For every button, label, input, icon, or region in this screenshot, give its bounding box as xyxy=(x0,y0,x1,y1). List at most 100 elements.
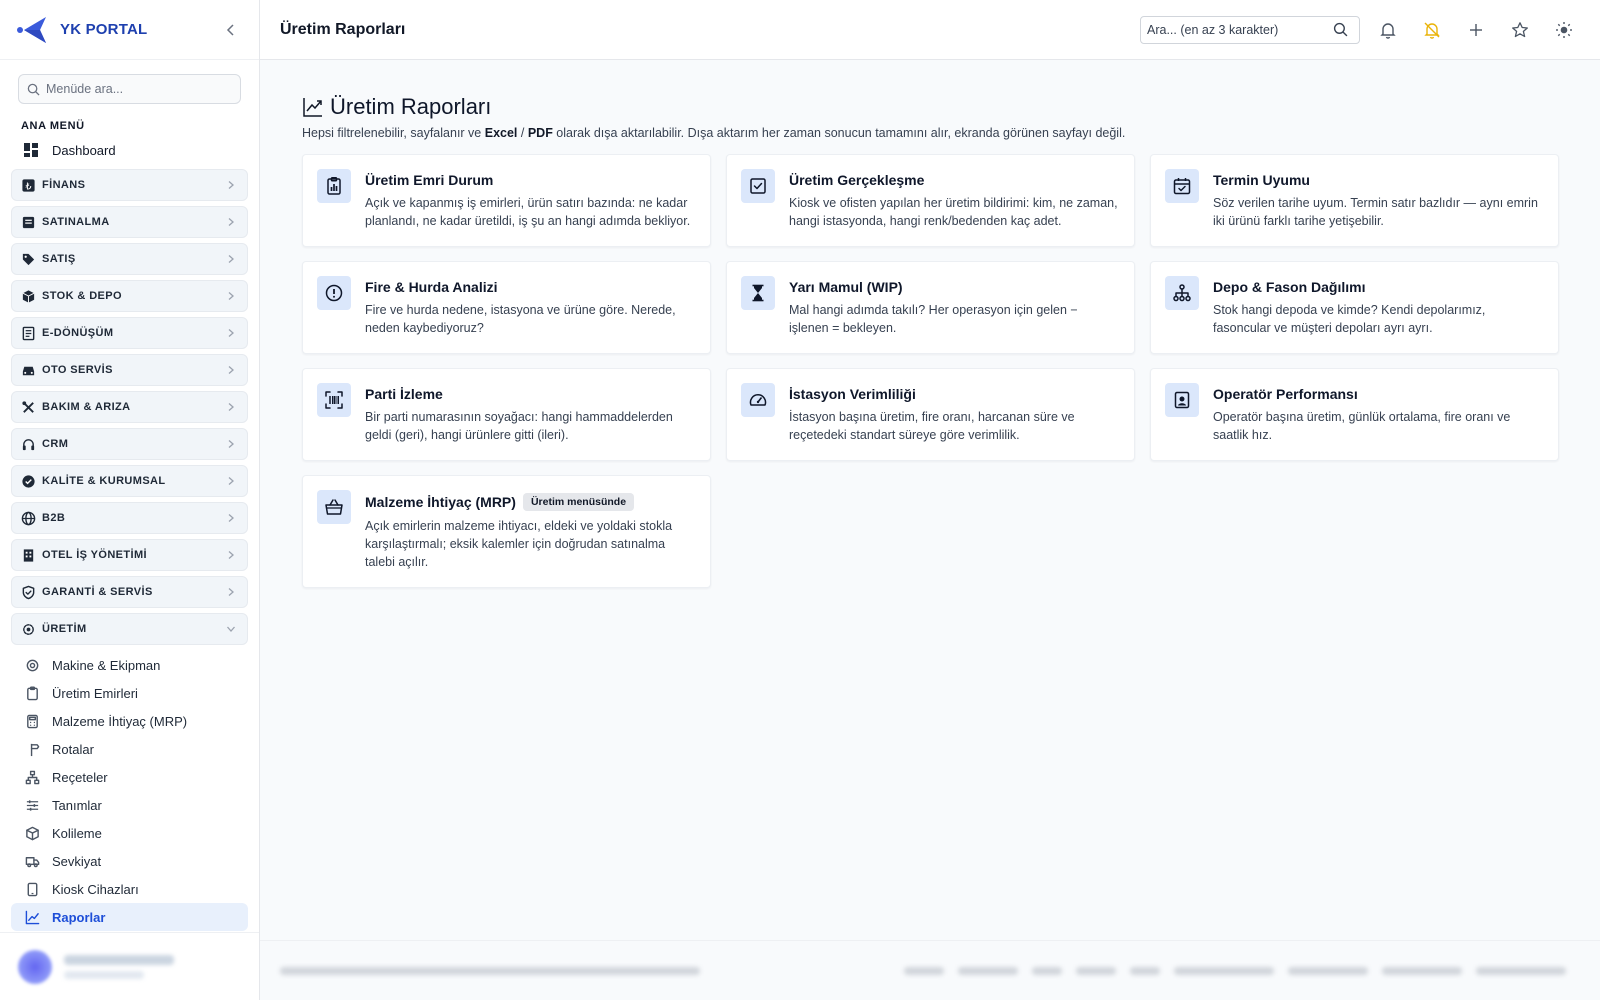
sidebar-group-2[interactable]: SATIŞ xyxy=(11,243,248,275)
alarm-off-button[interactable] xyxy=(1416,14,1448,46)
chart-line-icon xyxy=(303,98,322,117)
report-card[interactable]: Malzeme İhtiyaç (MRP) Üretim menüsünde A… xyxy=(302,475,711,588)
sidebar-item-uretim-9[interactable]: Raporlar xyxy=(11,903,248,931)
report-card[interactable]: Operatör Performansı Operatör başına üre… xyxy=(1150,368,1559,461)
sidebar-group-label: E-DÖNÜŞÜM xyxy=(42,327,114,339)
building-icon xyxy=(20,547,36,563)
sidebar-group-7[interactable]: CRM xyxy=(11,428,248,460)
sidebar-group-0[interactable]: ₺ FİNANS xyxy=(11,169,248,201)
sidebar-item-uretim-1[interactable]: Üretim Emirleri xyxy=(0,679,259,707)
report-card-title: Yarı Mamul (WIP) xyxy=(789,279,903,295)
sidebar-group-5[interactable]: OTO SERVİS xyxy=(11,354,248,386)
brand-logo-icon[interactable] xyxy=(16,13,50,47)
barcode-scan-icon xyxy=(317,383,351,417)
report-card-description: Operatör başına üretim, günlük ortalama,… xyxy=(1213,410,1511,442)
chevron-right-icon xyxy=(225,364,237,376)
bell-off-icon xyxy=(1424,22,1440,39)
signpost-icon xyxy=(24,741,40,757)
report-card-description: Fire ve hurda nedene, istasyona ve ürüne… xyxy=(365,303,676,335)
sidebar-group-6[interactable]: BAKIM & ARIZA xyxy=(11,391,248,423)
notifications-button[interactable] xyxy=(1372,14,1404,46)
report-card[interactable]: Termin Uyumu Söz verilen tarihe uyum. Te… xyxy=(1150,154,1559,247)
footer-redacted xyxy=(260,940,1600,1000)
sidebar-group-12[interactable]: ÜRETİM xyxy=(11,613,248,645)
report-card[interactable]: Üretim Gerçekleşme Kiosk ve ofisten yapı… xyxy=(726,154,1135,247)
sidebar-group-9[interactable]: B2B xyxy=(11,502,248,534)
sidebar-group-label: SATIŞ xyxy=(42,253,76,265)
chevron-down-icon xyxy=(225,623,237,635)
favorites-button[interactable] xyxy=(1504,14,1536,46)
sidebar-group-label: SATINALMA xyxy=(42,216,110,228)
sidebar-item-label: Sevkiyat xyxy=(52,853,102,869)
global-search-input[interactable] xyxy=(1147,22,1333,37)
alert-octagon-icon xyxy=(317,276,351,310)
report-card[interactable]: Parti İzleme Bir parti numarasının soyağ… xyxy=(302,368,711,461)
sidebar-item-dashboard[interactable]: Dashboard xyxy=(0,136,259,164)
truck-icon xyxy=(24,853,40,869)
sidebar-item-uretim-2[interactable]: Malzeme İhtiyaç (MRP) xyxy=(0,707,259,735)
check-square-icon xyxy=(741,169,775,203)
report-card[interactable]: Üretim Emri Durum Açık ve kapanmış iş em… xyxy=(302,154,711,247)
search-icon[interactable] xyxy=(1333,22,1348,37)
sidebar-item-uretim-3[interactable]: Rotalar xyxy=(0,735,259,763)
sidebar-item-uretim-0[interactable]: Makine & Ekipman xyxy=(0,651,259,679)
badge-user-icon xyxy=(1165,383,1199,417)
report-card[interactable]: Yarı Mamul (WIP) Mal hangi adımda takılı… xyxy=(726,261,1135,354)
desc-pdf: PDF xyxy=(527,126,553,140)
report-card-title-row: Fire & Hurda Analizi xyxy=(365,279,694,295)
sidebar-group-1[interactable]: SATINALMA xyxy=(11,206,248,238)
sidebar-group-label: FİNANS xyxy=(42,179,86,191)
desc-separator: / xyxy=(517,126,528,140)
sidebar-group-4[interactable]: E-DÖNÜŞÜM xyxy=(11,317,248,349)
chevron-right-icon xyxy=(225,475,237,487)
sidebar-group-10[interactable]: OTEL İŞ YÖNETİMİ xyxy=(11,539,248,571)
report-card-description: Söz verilen tarihe uyum. Termin satır ba… xyxy=(1213,196,1538,228)
sidebar-group-11[interactable]: GARANTİ & SERVİS xyxy=(11,576,248,608)
brand-name[interactable]: YK PORTAL xyxy=(60,21,147,38)
page-title: Üretim Raporları xyxy=(330,94,492,119)
collapse-sidebar-button[interactable] xyxy=(219,18,243,42)
report-cards-grid: Üretim Emri Durum Açık ve kapanmış iş em… xyxy=(302,154,1559,588)
sidebar-item-uretim-6[interactable]: Kolileme xyxy=(0,819,259,847)
report-card-description: Mal hangi adımda takılı? Her operasyon i… xyxy=(789,303,1078,335)
user-profile[interactable] xyxy=(0,932,259,1000)
theme-toggle-button[interactable] xyxy=(1548,14,1580,46)
sliders-icon xyxy=(24,797,40,813)
sidebar-group-3[interactable]: STOK & DEPO xyxy=(11,280,248,312)
report-card[interactable]: İstasyon Verimliliği İstasyon başına üre… xyxy=(726,368,1135,461)
clipboard-chart-icon xyxy=(317,169,351,203)
report-card-title: Parti İzleme xyxy=(365,386,443,402)
sidebar-group-8[interactable]: KALİTE & KURUMSAL xyxy=(11,465,248,497)
sidebar-item-uretim-4[interactable]: Reçeteler xyxy=(0,763,259,791)
verified-icon xyxy=(20,473,36,489)
sidebar-group-label: STOK & DEPO xyxy=(42,290,122,302)
avatar[interactable] xyxy=(18,949,52,984)
chevron-right-icon xyxy=(225,253,237,265)
tablet-icon xyxy=(24,881,40,897)
menu-search-input[interactable] xyxy=(46,82,226,96)
receipt-icon xyxy=(20,325,36,341)
report-card[interactable]: Fire & Hurda Analizi Fire ve hurda neden… xyxy=(302,261,711,354)
menu-search[interactable] xyxy=(18,74,241,104)
report-card-title-row: Üretim Gerçekleşme xyxy=(789,172,1118,188)
sidebar-item-label: Kiosk Cihazları xyxy=(52,881,139,897)
add-button[interactable] xyxy=(1460,14,1492,46)
sitemap-icon xyxy=(1165,276,1199,310)
report-card-title-row: Malzeme İhtiyaç (MRP) Üretim menüsünde xyxy=(365,493,694,511)
gauge-icon xyxy=(741,383,775,417)
sidebar-item-label: Kolileme xyxy=(52,825,102,841)
sidebar-item-label: Reçeteler xyxy=(52,769,108,785)
sidebar-item-uretim-8[interactable]: Kiosk Cihazları xyxy=(0,875,259,903)
sidebar-item-uretim-7[interactable]: Sevkiyat xyxy=(0,847,259,875)
cog-icon xyxy=(24,657,40,673)
sidebar-item-label: Rotalar xyxy=(52,741,94,757)
report-card-title-row: Parti İzleme xyxy=(365,386,694,402)
report-card[interactable]: Depo & Fason Dağılımı Stok hangi depoda … xyxy=(1150,261,1559,354)
clipboard-icon xyxy=(24,685,40,701)
sidebar-item-uretim-5[interactable]: Tanımlar xyxy=(0,791,259,819)
desc-text: Hepsi filtrelenebilir, sayfalanır ve xyxy=(302,126,485,140)
global-search[interactable] xyxy=(1140,15,1360,44)
plus-icon xyxy=(1470,23,1482,36)
brand: YK PORTAL xyxy=(0,0,259,60)
star-icon xyxy=(1512,21,1528,37)
